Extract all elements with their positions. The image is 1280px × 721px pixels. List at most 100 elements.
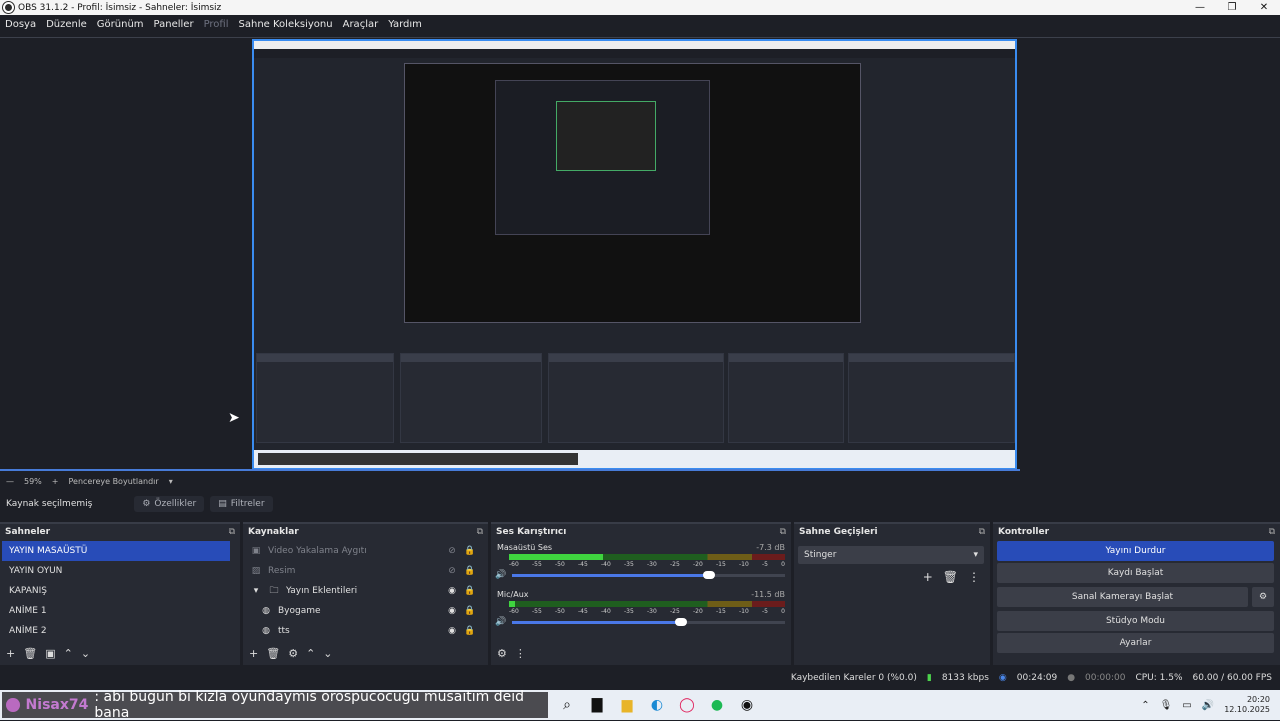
clock[interactable]: 20:20 12.10.2025: [1224, 695, 1270, 715]
slider-handle[interactable]: [675, 617, 688, 626]
eye-icon[interactable]: ◉: [446, 586, 458, 596]
eye-icon[interactable]: ◉: [446, 606, 458, 616]
speaker-icon[interactable]: 🔊: [495, 617, 506, 627]
settings-button[interactable]: Ayarlar: [997, 633, 1274, 653]
speaker-icon[interactable]: 🔊: [495, 570, 506, 580]
minimize-icon[interactable]: —: [1184, 2, 1216, 13]
more-options-icon[interactable]: ⋮: [968, 570, 980, 584]
dock-float-icon[interactable]: ⧉: [979, 527, 985, 537]
menu-sahne-koleksiyonu[interactable]: Sahne Koleksiyonu: [234, 19, 338, 30]
menu-profil[interactable]: Profil: [199, 19, 234, 30]
scene-item[interactable]: ANİME 2: [2, 621, 230, 641]
network-icon[interactable]: ▭: [1182, 700, 1191, 711]
eye-hidden-icon[interactable]: ⊘: [446, 566, 458, 576]
chevron-down-icon[interactable]: ⌄: [323, 647, 332, 660]
menu-araclar[interactable]: Araçlar: [338, 19, 384, 30]
meter-scale: -60 -55 -50 -45 -40 -35 -30 -25 -20 -15 -10 -5 0: [509, 561, 785, 568]
menu-yardim[interactable]: Yardım: [383, 19, 427, 30]
add-icon[interactable]: +: [249, 647, 258, 660]
lock-icon[interactable]: 🔒: [464, 566, 476, 576]
opera-icon[interactable]: ◯: [676, 694, 698, 716]
start-recording-button[interactable]: Kaydı Başlat: [997, 563, 1274, 583]
volume-slider[interactable]: 🔊: [495, 617, 785, 627]
mixer-settings-icon[interactable]: ⚙: [497, 647, 507, 660]
menu-paneller[interactable]: Paneller: [149, 19, 199, 30]
filters-button[interactable]: ▤ Filtreler: [210, 496, 273, 512]
spotify-icon[interactable]: ●: [706, 694, 728, 716]
dock-float-icon[interactable]: ⧉: [477, 527, 483, 537]
chevron-down-icon[interactable]: ⌄: [81, 647, 90, 660]
start-virtual-camera-button[interactable]: Sanal Kamerayı Başlat: [997, 587, 1248, 607]
microphone-icon[interactable]: 🎙: [1160, 700, 1173, 711]
add-icon[interactable]: +: [6, 647, 15, 660]
eye-hidden-icon[interactable]: ⊘: [446, 546, 458, 556]
source-group[interactable]: ▾ 🗀 Yayın Eklentileri ◉ 🔒: [245, 581, 476, 601]
trash-icon[interactable]: 🗑: [23, 647, 37, 660]
menu-dosya[interactable]: Dosya: [0, 19, 41, 30]
source-item[interactable]: ◍ Byogame ◉ 🔒: [245, 601, 476, 621]
status-bar: Kaybedilen Kareler 0 (%0.0) ▮ 8133 kbps …: [0, 668, 1280, 688]
window-titlebar: OBS 31.1.2 - Profil: İsimsiz - Sahneler:…: [0, 0, 1280, 15]
chevron-down-icon[interactable]: ▾: [250, 586, 262, 596]
trash-icon[interactable]: 🗑: [266, 647, 280, 660]
scene-item[interactable]: ANİME 1: [2, 601, 230, 621]
source-item[interactable]: ▨ Resim ⊘ 🔒: [245, 561, 476, 581]
lock-icon[interactable]: 🔒: [464, 626, 476, 636]
add-icon[interactable]: +: [923, 570, 933, 584]
chevron-down-icon[interactable]: ▾: [169, 477, 173, 486]
lock-icon[interactable]: 🔒: [464, 606, 476, 616]
obs-icon[interactable]: ◉: [736, 694, 758, 716]
zoom-bar: — 59% + Pencereye Boyutlandır ▾: [0, 474, 1280, 488]
dock-float-icon[interactable]: ⧉: [1269, 527, 1275, 537]
menu-gorunum[interactable]: Görünüm: [92, 19, 149, 30]
lock-icon[interactable]: 🔒: [464, 586, 476, 596]
volume-icon[interactable]: 🔊: [1202, 700, 1214, 711]
chevron-up-icon[interactable]: ⌃: [64, 647, 73, 660]
search-icon[interactable]: ⌕: [556, 694, 578, 716]
more-options-icon[interactable]: ⋮: [515, 647, 526, 660]
preview-display-capture[interactable]: [252, 39, 1017, 470]
eye-icon[interactable]: ◉: [446, 626, 458, 636]
gear-icon[interactable]: ⚙: [288, 647, 298, 660]
menu-duzenle[interactable]: Düzenle: [41, 19, 92, 30]
filter-icon[interactable]: ▣: [45, 647, 55, 660]
task-view-icon[interactable]: ▇: [586, 694, 608, 716]
controls-dock: Kontroller ⧉ Yayını Durdur Kaydı Başlat S…: [993, 522, 1280, 665]
dock-float-icon[interactable]: ⧉: [229, 527, 235, 537]
maximize-icon[interactable]: ❐: [1216, 2, 1248, 13]
source-item[interactable]: ◍ tts ◉ 🔒: [245, 621, 476, 641]
edge-icon[interactable]: ◐: [646, 694, 668, 716]
properties-button[interactable]: ⚙ Özellikler: [134, 496, 205, 512]
scene-item[interactable]: YAYIN MASAÜSTÜ: [2, 541, 230, 561]
folder-icon: 🗀: [269, 586, 279, 596]
scene-item[interactable]: KAPANIŞ: [2, 581, 230, 601]
zoom-mode[interactable]: Pencereye Boyutlandır: [68, 477, 158, 486]
sources-title: Kaynaklar: [248, 526, 299, 537]
chevron-up-icon[interactable]: ⌃: [306, 647, 315, 660]
chevron-up-icon[interactable]: ⌃: [1141, 700, 1149, 711]
scene-item[interactable]: YAYIN OYUN: [2, 561, 230, 581]
mixer-channel: Masaüstü Ses -7.3 dB -60 -55 -50 -45 -40 -35 -3…: [491, 539, 791, 580]
properties-label: Özellikler: [154, 499, 197, 509]
filter-icon: ▤: [218, 499, 227, 509]
dropped-frames: Kaybedilen Kareler 0 (%0.0): [790, 673, 917, 683]
stop-streaming-button[interactable]: Yayını Durdur: [997, 541, 1274, 561]
close-icon[interactable]: ✕: [1248, 2, 1280, 13]
trash-icon[interactable]: 🗑: [943, 570, 958, 584]
zoom-in-icon[interactable]: +: [52, 477, 59, 486]
volume-slider[interactable]: 🔊: [495, 570, 785, 580]
cpu-usage: CPU: 1.5%: [1135, 673, 1183, 683]
virtual-camera-settings-button[interactable]: ⚙: [1252, 587, 1274, 607]
transition-select[interactable]: Stinger ▾: [798, 546, 984, 564]
record-icon: ●: [1067, 673, 1076, 683]
slider-handle[interactable]: [702, 570, 715, 579]
zoom-out-icon[interactable]: —: [6, 477, 14, 486]
file-explorer-icon[interactable]: ▆: [616, 694, 638, 716]
lock-icon[interactable]: 🔒: [464, 546, 476, 556]
source-item[interactable]: ▣ Video Yakalama Aygıtı ⊘ 🔒: [245, 541, 476, 561]
filters-label: Filtreler: [230, 499, 265, 509]
transitions-title: Sahne Geçişleri: [799, 526, 878, 537]
menu-bar: Dosya Düzenle Görünüm Paneller Profil Sa…: [0, 15, 1280, 33]
dock-float-icon[interactable]: ⧉: [780, 527, 786, 537]
studio-mode-button[interactable]: Stüdyo Modu: [997, 611, 1274, 631]
